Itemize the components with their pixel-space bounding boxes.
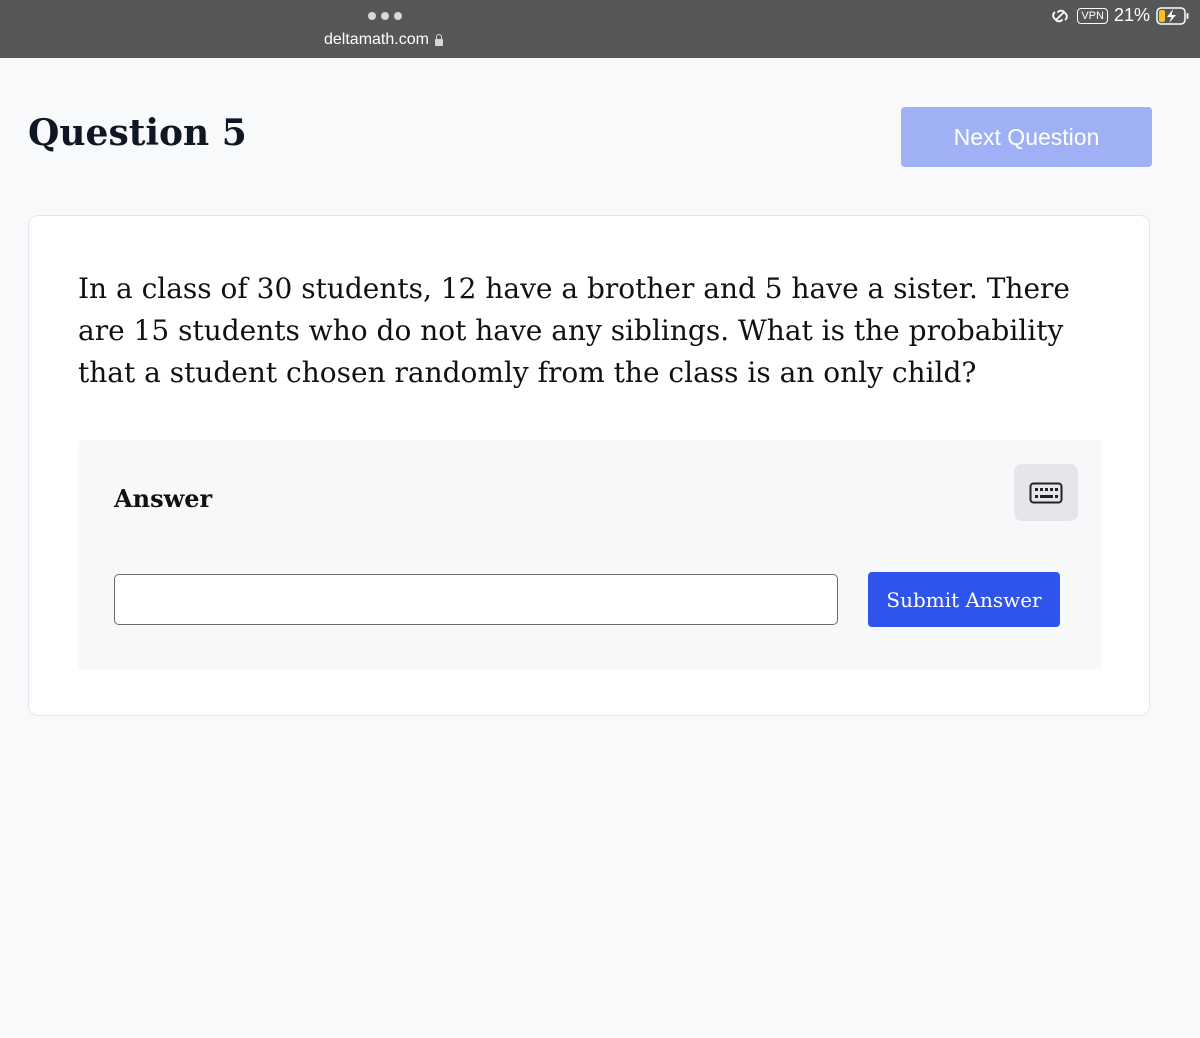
page-title: Question 5 — [28, 112, 247, 154]
address-bar[interactable]: deltamath.com — [324, 31, 443, 49]
next-question-button[interactable]: Next Question — [901, 107, 1152, 167]
vpn-badge: VPN — [1077, 7, 1108, 24]
question-text: In a class of 30 students, 12 have a bro… — [78, 272, 1070, 389]
battery-percent: 21% — [1113, 5, 1150, 25]
link-icon — [1052, 9, 1069, 22]
battery-charging-icon — [1156, 6, 1189, 25]
answer-panel: Answer Submit Answer — [78, 440, 1102, 669]
lock-icon — [434, 33, 443, 46]
answer-label: Answer — [114, 484, 213, 513]
keyboard-button[interactable] — [1014, 464, 1078, 521]
keyboard-icon — [1029, 482, 1063, 503]
url-text: deltamath.com — [324, 31, 429, 48]
status-bar: VPN 21% — [1049, 5, 1190, 26]
question-card: In a class of 30 students, 12 have a bro… — [28, 215, 1150, 716]
more-dots-icon[interactable] — [368, 12, 402, 20]
answer-input[interactable] — [114, 574, 838, 625]
submit-answer-button[interactable]: Submit Answer — [868, 572, 1060, 627]
browser-topbar: deltamath.com VPN 21% — [0, 0, 1200, 58]
